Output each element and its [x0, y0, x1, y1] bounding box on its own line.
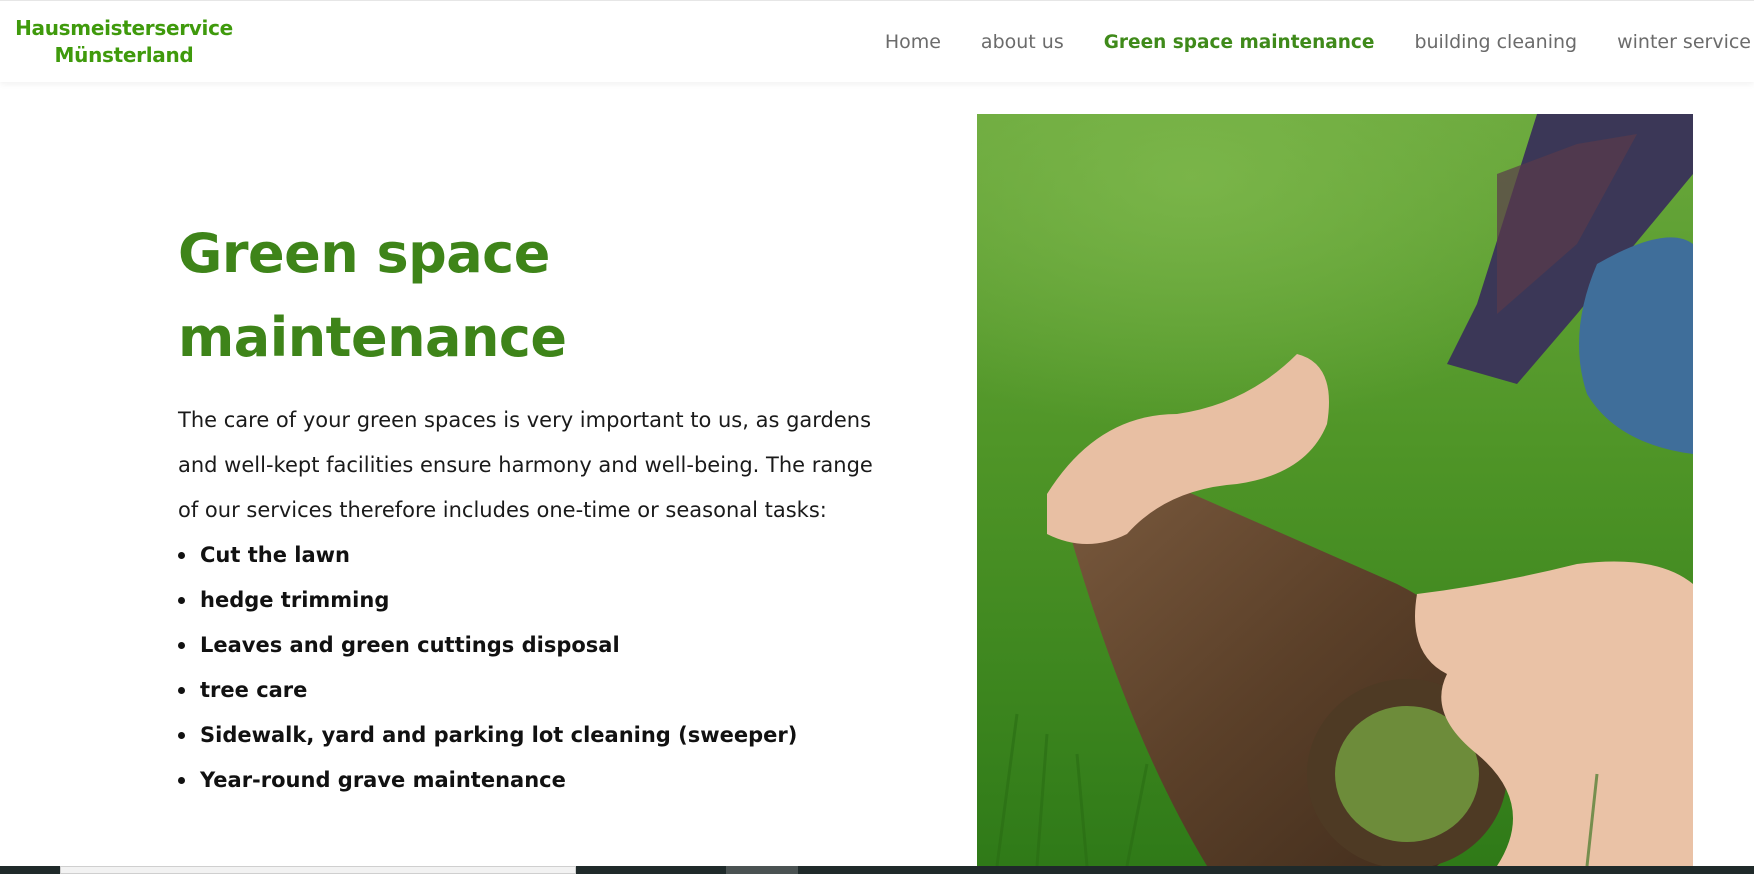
nav-item-building-cleaning[interactable]: building cleaning — [1414, 31, 1577, 53]
service-label: Year-round grave maintenance — [200, 768, 566, 792]
nav-item-green-space-maintenance[interactable]: Green space maintenance — [1104, 32, 1375, 53]
bullet-icon — [178, 777, 185, 784]
page-title-line-1: Green space — [178, 222, 550, 285]
main-navigation: Home about us Green space maintenance bu… — [885, 27, 1754, 57]
nav-item-home[interactable]: Home — [885, 31, 941, 53]
bullet-icon — [178, 552, 185, 559]
service-description: Green space maintenance The care of your… — [178, 212, 878, 803]
site-logo[interactable]: Hausmeisterservice Münsterland — [10, 15, 238, 69]
bottom-panel-tab — [726, 866, 798, 874]
turf-rolling-photo — [977, 114, 1693, 866]
list-item: Cut the lawn — [178, 533, 878, 578]
service-label: hedge trimming — [200, 588, 390, 612]
bullet-icon — [178, 687, 185, 694]
bullet-icon — [178, 732, 185, 739]
list-item: Year-round grave maintenance — [178, 758, 878, 803]
logo-line-2: Münsterland — [54, 43, 194, 67]
nav-item-winter-service[interactable]: winter service — [1617, 31, 1751, 53]
bullet-icon — [178, 597, 185, 604]
nav-item-about-us[interactable]: about us — [981, 31, 1064, 53]
turf-photo-illustration — [977, 114, 1693, 866]
list-item: Sidewalk, yard and parking lot cleaning … — [178, 713, 878, 758]
page-title: Green space maintenance — [178, 212, 878, 380]
service-label: Cut the lawn — [200, 543, 350, 567]
logo-line-1: Hausmeisterservice — [15, 16, 233, 40]
intro-paragraph: The care of your green spaces is very im… — [178, 408, 873, 522]
service-label: Sidewalk, yard and parking lot cleaning … — [200, 723, 798, 747]
list-item: tree care — [178, 668, 878, 713]
list-item: Leaves and green cuttings disposal — [178, 623, 878, 668]
bullet-icon — [178, 642, 185, 649]
site-header: Hausmeisterservice Münsterland Home abou… — [0, 0, 1754, 82]
service-label: Leaves and green cuttings disposal — [200, 633, 620, 657]
service-label: tree care — [200, 678, 308, 702]
bottom-panel — [60, 866, 576, 874]
page-title-line-2: maintenance — [178, 306, 567, 369]
list-item: hedge trimming — [178, 578, 878, 623]
services-list: Cut the lawn hedge trimming Leaves and g… — [178, 533, 878, 803]
